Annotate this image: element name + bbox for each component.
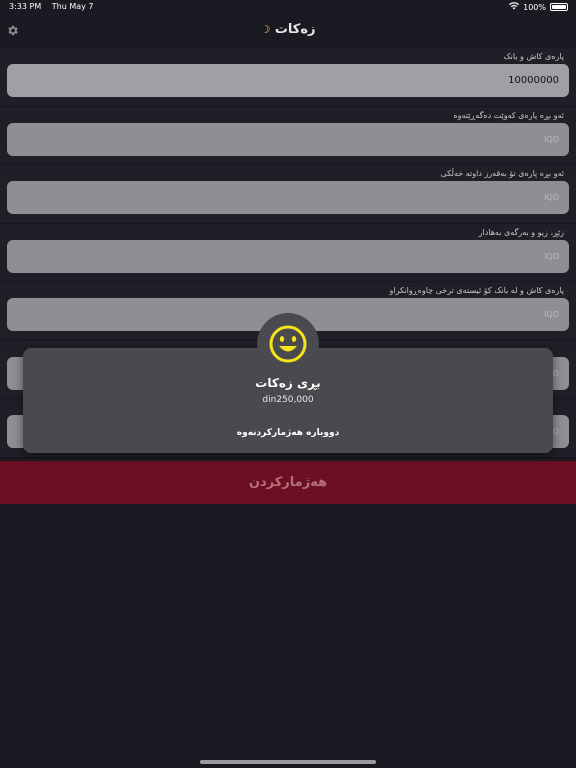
wifi-icon <box>509 2 520 12</box>
field-label: ئەو بڕە پارەی تۆ بەقەرز داوتە خەڵکی <box>440 169 564 178</box>
home-indicator[interactable] <box>200 760 376 764</box>
status-right: 100% <box>509 2 568 12</box>
page-title: ☽ زەکات <box>0 22 576 37</box>
gold-silver-input[interactable] <box>7 239 569 273</box>
field-label: ئەو بڕە پارەی کەوێت دەگەڕێتەوە <box>453 110 564 120</box>
popup-title: بڕی زەکات <box>255 376 321 390</box>
status-left: 3:33 PM Thu May 7 <box>9 2 102 11</box>
cash-bank-input[interactable] <box>7 64 569 97</box>
page-title-text: زەکات <box>274 22 316 37</box>
field-returned-money: ئەو بڕە پارەی کەوێت دەگەڕێتەوە <box>0 106 576 165</box>
field-gold-silver: زێڕ، زیو و بەرگەی بەهادار <box>0 223 576 282</box>
popup-icon-badge <box>257 313 319 375</box>
status-date: Thu May 7 <box>51 2 94 11</box>
field-label: پارەی کاش و لە بانک کۆ ئیستەی ترخی چاوەڕ… <box>389 286 564 295</box>
field-label: پارەی کاش و بانک <box>503 52 564 61</box>
zakat-amount: din250,000 <box>262 395 314 405</box>
status-time: 3:33 PM <box>9 2 42 11</box>
battery-icon <box>550 3 568 11</box>
field-loans-given: ئەو بڕە پارەی تۆ بەقەرز داوتە خەڵکی <box>0 165 576 224</box>
field-cash-bank: پارەی کاش و بانک <box>0 48 576 107</box>
calculate-button[interactable]: هەژمارکردن <box>0 461 576 504</box>
status-bar: 3:33 PM Thu May 7 100% <box>0 0 576 14</box>
recalculate-button[interactable]: دووبارە هەژمارکردنەوە <box>23 428 553 438</box>
nav-bar: ☽ زەکات <box>0 14 576 46</box>
returned-money-input[interactable] <box>7 122 569 156</box>
loans-given-input[interactable] <box>7 181 569 214</box>
battery-percent: 100% <box>523 2 546 12</box>
field-label: زێڕ، زیو و بەرگەی بەهادار <box>478 227 564 237</box>
smiley-icon <box>269 325 307 363</box>
moon-icon: ☽ <box>260 23 271 36</box>
